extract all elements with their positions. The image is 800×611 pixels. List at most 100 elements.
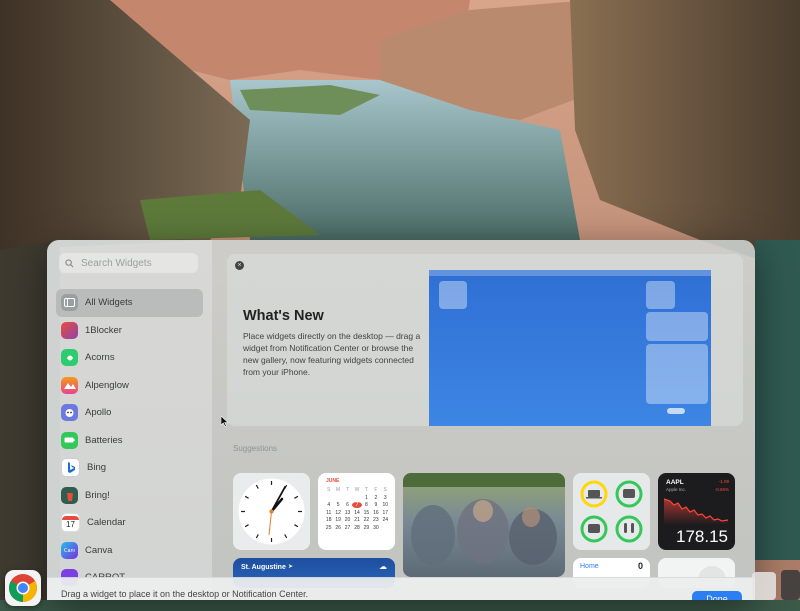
sidebar-item-1blocker[interactable]: 1Blocker <box>47 317 212 345</box>
sidebar-item-batteries[interactable]: Batteries <box>47 427 212 455</box>
preview-menubar <box>429 270 711 276</box>
calendar-day: 23 <box>373 517 379 524</box>
calendar-day <box>352 495 361 501</box>
home-label: Home <box>580 563 599 570</box>
preview-widget <box>439 281 467 309</box>
calendar-day: 27 <box>344 524 351 531</box>
calendar-weekday: S <box>327 487 331 493</box>
app-list: All Widgets 1Blocker Acorns Alpenglow Ap… <box>47 289 212 592</box>
sidebar-item-apollo[interactable]: Apollo <box>47 399 212 427</box>
stock-company: Apple Inc. <box>666 487 687 492</box>
sidebar-item-canva[interactable]: Canva Canva <box>47 537 212 565</box>
case-battery-icon <box>615 480 643 508</box>
calendar-day: 2 <box>374 494 378 501</box>
calendar-day: 21 <box>354 517 360 524</box>
calendar-day: 3 <box>383 494 387 501</box>
clock-face-icon <box>238 478 305 545</box>
all-widgets-icon <box>61 294 78 312</box>
calendar-weekday: T <box>364 487 368 493</box>
preview-widget <box>646 281 675 309</box>
dock-chrome-icon[interactable] <box>5 570 41 606</box>
cloud-icon: ☁ <box>379 562 387 571</box>
search-field[interactable]: Search Widgets <box>59 253 198 273</box>
sidebar-item-alpenglow[interactable]: Alpenglow <box>47 372 212 400</box>
sidebar-item-all-widgets[interactable]: All Widgets <box>56 289 203 317</box>
preview-widget <box>646 312 708 341</box>
sidebar-item-bing[interactable]: Bing <box>47 454 212 482</box>
done-button[interactable]: Done <box>692 591 742 600</box>
batteries-icon <box>61 431 78 449</box>
preview-dock <box>667 408 685 414</box>
sidebar-item-label: Bing <box>87 462 107 474</box>
sidebar-item-bring[interactable]: Bring! <box>47 482 212 510</box>
sidebar-item-acorns[interactable]: Acorns <box>47 344 212 372</box>
mouse-cursor-icon <box>220 414 229 432</box>
sidebar-item-label: 1Blocker <box>85 324 122 336</box>
location-arrow-icon: ➤ <box>288 564 294 570</box>
whats-new-banner: × What's New Place widgets directly on t… <box>227 254 743 426</box>
sidebar-item-label: All Widgets <box>85 297 133 309</box>
suggestions-heading: Suggestions <box>233 444 278 453</box>
stock-ticker: AAPL <box>666 479 684 486</box>
gallery-footer: Drag a widget to place it on the desktop… <box>47 577 755 600</box>
stock-sparkline <box>663 498 729 525</box>
main-panel: × What's New Place widgets directly on t… <box>212 240 755 600</box>
calendar-day: 6 <box>346 502 349 509</box>
calendar-weekday: W <box>354 487 360 493</box>
stock-percent: -0.65% <box>714 487 729 492</box>
batteries-widget[interactable] <box>573 473 650 550</box>
whats-new-title: What's New <box>243 308 324 324</box>
acorns-icon <box>61 349 78 367</box>
sidebar-item-label: Calendar <box>87 517 126 529</box>
bing-icon <box>61 458 80 478</box>
dock-app-icon[interactable] <box>752 572 776 600</box>
sidebar-item-label: Acorns <box>85 352 115 364</box>
calendar-day: 28 <box>354 524 360 531</box>
sidebar-item-label: Alpenglow <box>85 379 129 391</box>
bring-icon <box>61 486 78 504</box>
calendar-day: 20 <box>344 517 351 524</box>
alpenglow-icon <box>61 376 78 394</box>
sidebar-item-calendar[interactable]: 17 Calendar <box>47 509 212 537</box>
calendar-day: 10 <box>382 502 389 509</box>
whats-new-description: Place widgets directly on the desktop — … <box>243 331 421 377</box>
photos-widget[interactable] <box>403 473 565 577</box>
close-icon[interactable]: × <box>235 261 244 270</box>
dock-app-icon[interactable] <box>781 570 800 600</box>
stock-change: -1.09 <box>718 479 729 484</box>
calendar-day: 15 <box>363 509 370 516</box>
calendar-day: 19 <box>335 517 341 524</box>
svg-text:Canva: Canva <box>64 548 75 553</box>
calendar-day: 16 <box>373 509 379 516</box>
calendar-day: 17 <box>382 509 389 516</box>
calendar-icon: 17 <box>61 513 80 533</box>
calendar-day: 12 <box>335 509 341 516</box>
preview-widget <box>646 344 708 404</box>
calendar-day: 1 <box>365 494 368 501</box>
search-placeholder: Search Widgets <box>81 257 152 269</box>
home-count: 0 <box>637 561 643 571</box>
search-icon <box>65 258 81 268</box>
sidebar: Search Widgets All Widgets 1Blocker Acor… <box>47 240 212 600</box>
weather-city: St. Augustine <box>241 564 286 571</box>
calendar-day: 25 <box>325 524 332 531</box>
case-battery-icon <box>580 515 608 543</box>
stocks-widget[interactable]: AAPL Apple Inc. -1.09 -0.65% 178.15 <box>658 473 735 550</box>
calendar-grid: S M T W T F S 1 2 3 4 5 6 7 8 9 10 11 12 13 14 15 16 17 18 19 20 21… <box>324 487 390 531</box>
calendar-day <box>324 495 333 501</box>
calendar-weekday: T <box>346 487 350 493</box>
sidebar-item-label: Batteries <box>85 434 123 446</box>
sidebar-item-label: Bring! <box>85 489 110 501</box>
calendar-day: 4 <box>327 502 331 509</box>
calendar-widget[interactable]: JUNE S M T W T F S 1 2 3 4 5 6 7 8 9 10 11 12 13 14 15 16 17 18 1… <box>318 473 395 550</box>
calendar-day: 24 <box>382 517 389 524</box>
calendar-day <box>343 495 352 501</box>
drag-hint: Drag a widget to place it on the desktop… <box>61 589 309 599</box>
calendar-day: 30 <box>373 524 379 531</box>
calendar-day: 9 <box>374 502 378 509</box>
calendar-day: 11 <box>326 509 332 516</box>
clock-widget[interactable] <box>233 473 310 550</box>
apollo-icon <box>61 404 78 422</box>
sidebar-item-label: Canva <box>85 544 113 556</box>
calendar-day: 18 <box>325 517 332 524</box>
